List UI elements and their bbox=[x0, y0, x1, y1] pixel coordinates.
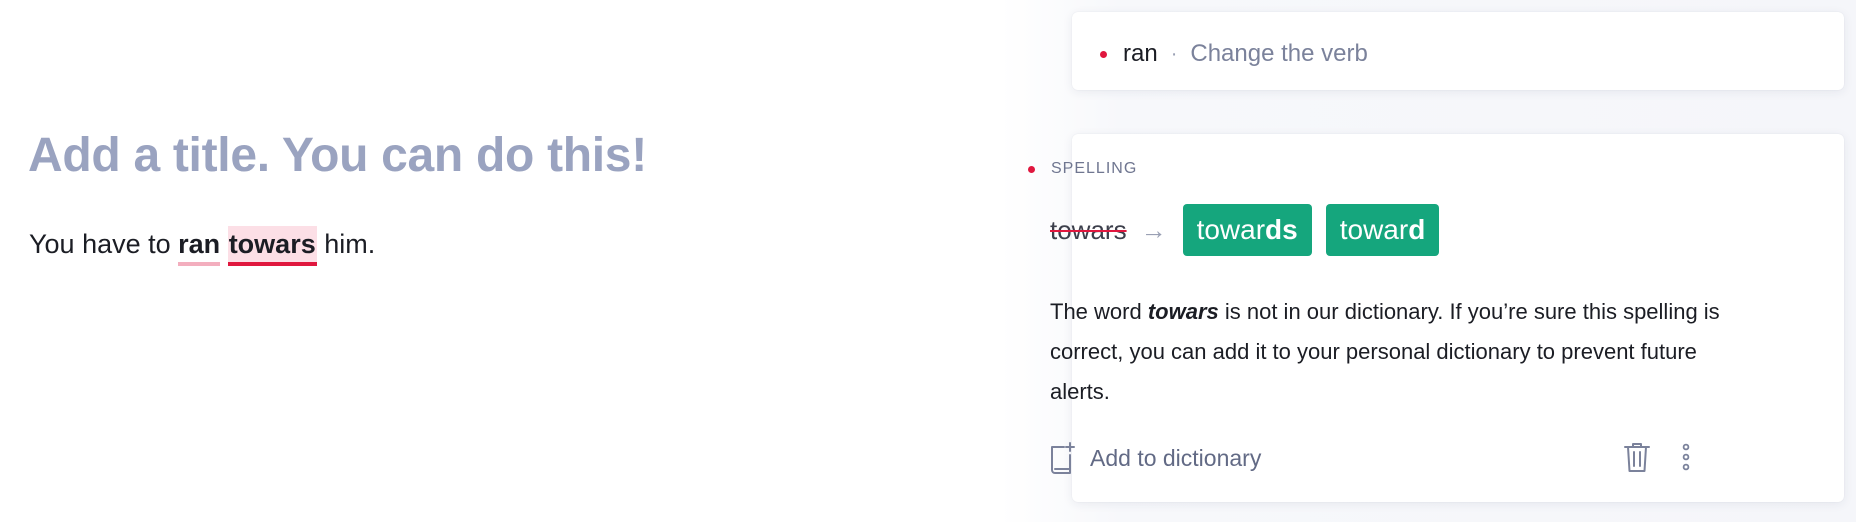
title-placeholder[interactable]: Add a title. You can do this! bbox=[28, 128, 647, 183]
alert-dot-icon bbox=[1100, 50, 1107, 58]
explanation-part-1: The word bbox=[1050, 299, 1148, 324]
trash-icon[interactable] bbox=[1622, 440, 1652, 474]
card-category-label: SPELLING bbox=[1051, 160, 1138, 177]
document-body[interactable]: You have to ran towars him. bbox=[29, 226, 375, 266]
suggestions-sidebar: ran · Change the verb SPELLING towars → … bbox=[1000, 0, 1856, 522]
add-to-dictionary-button[interactable]: Add to dictionary bbox=[1048, 440, 1261, 476]
suggestion-row: towars → towards toward bbox=[1050, 204, 1453, 256]
app-page: Add a title. You can do this! You have t… bbox=[0, 0, 1856, 522]
add-to-dictionary-label: Add to dictionary bbox=[1090, 444, 1262, 471]
body-text-after: him. bbox=[316, 229, 376, 259]
suggestion-button-towards[interactable]: towards bbox=[1182, 204, 1312, 256]
flagged-word-towars[interactable]: towars bbox=[227, 226, 317, 266]
explanation-word: towars bbox=[1147, 299, 1219, 324]
more-vertical-icon[interactable] bbox=[1676, 440, 1696, 474]
suggestion-button-toward[interactable]: toward bbox=[1325, 204, 1440, 256]
collapsed-card-description: Change the verb bbox=[1190, 40, 1368, 67]
book-plus-icon bbox=[1051, 442, 1075, 474]
collapsed-card-separator: · bbox=[1170, 42, 1178, 65]
suggestion-prefix: towar bbox=[1339, 214, 1409, 245]
body-text-before: You have to bbox=[29, 229, 179, 259]
suggestion-prefix: towar bbox=[1196, 214, 1266, 245]
suggestion-change: d bbox=[1408, 214, 1426, 245]
alert-dot-icon bbox=[1028, 165, 1035, 173]
card-category-row: SPELLING bbox=[1028, 160, 1137, 178]
body-space bbox=[220, 229, 228, 259]
flagged-word-ran[interactable]: ran bbox=[178, 226, 221, 266]
arrow-right-icon: → bbox=[1140, 214, 1167, 245]
collapsed-card-row: ran · Change the verb bbox=[1100, 39, 1368, 69]
original-word: towars bbox=[1050, 214, 1127, 245]
collapsed-card-word: ran bbox=[1123, 40, 1158, 67]
suggestion-explanation: The word towars is not in our dictionary… bbox=[1050, 292, 1750, 412]
suggestion-change: ds bbox=[1265, 214, 1298, 245]
suggestion-card-collapsed[interactable]: ran · Change the verb bbox=[1072, 12, 1844, 90]
editor-area[interactable]: Add a title. You can do this! You have t… bbox=[28, 0, 1008, 522]
